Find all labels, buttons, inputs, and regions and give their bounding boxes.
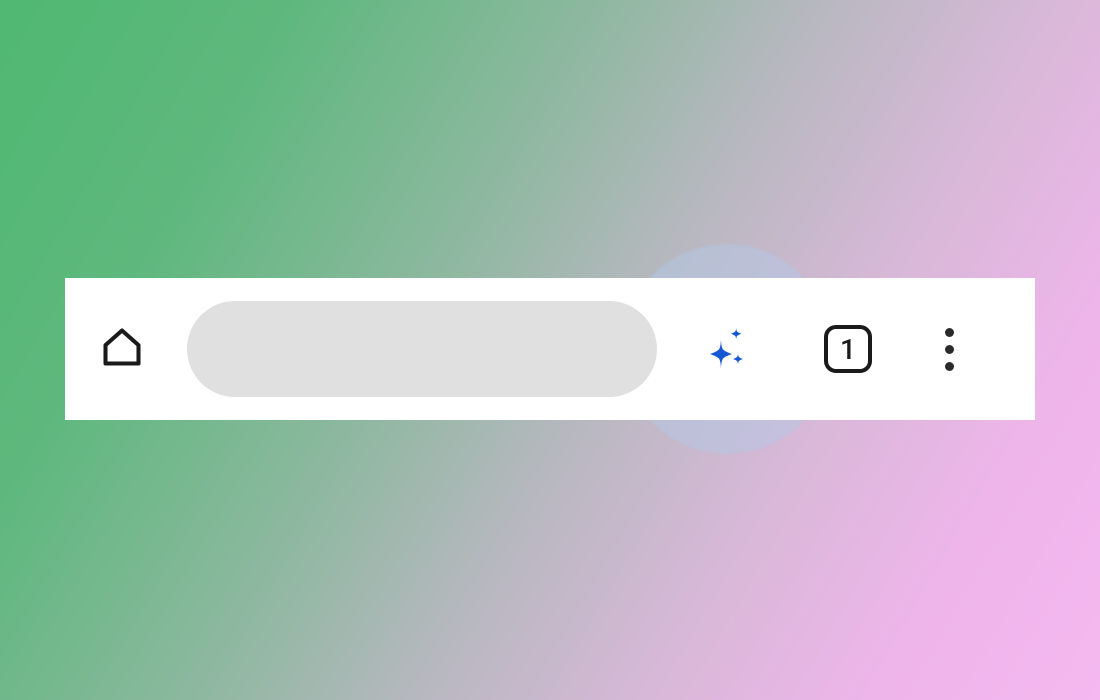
home-button[interactable] [87,314,157,384]
sparkle-icon [697,317,757,381]
tabs-count: 1 [840,333,856,366]
home-icon [100,325,144,373]
address-bar[interactable] [187,301,657,397]
browser-toolbar: 1 [65,278,1035,420]
kebab-menu-icon [945,328,954,371]
overflow-menu-button[interactable] [919,319,979,379]
tabs-icon: 1 [824,325,872,373]
tabs-button[interactable]: 1 [819,320,877,378]
ai-sparkle-button[interactable] [687,309,767,389]
